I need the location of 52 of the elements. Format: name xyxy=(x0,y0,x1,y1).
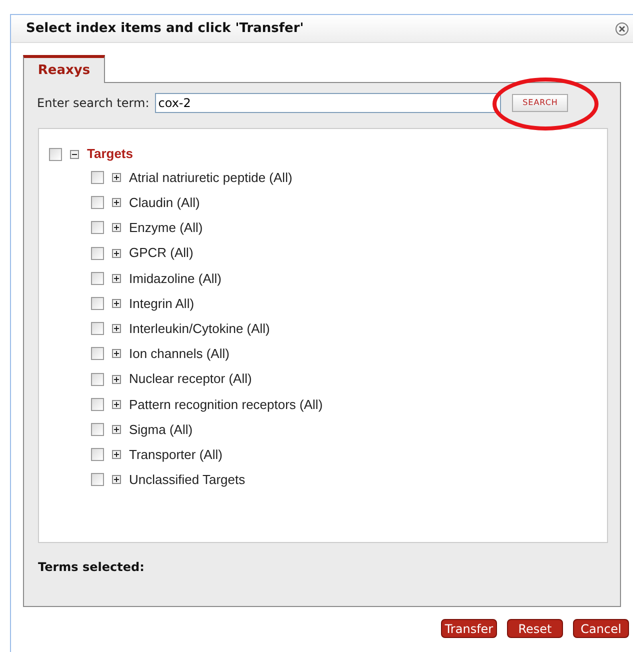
expand-icon[interactable] xyxy=(112,374,121,384)
terms-selected-label: Terms selected: xyxy=(38,559,144,576)
expand-icon[interactable] xyxy=(112,324,121,334)
expand-icon[interactable] xyxy=(112,450,121,460)
checkbox[interactable] xyxy=(91,171,104,184)
checkbox[interactable] xyxy=(91,473,104,486)
tree-item-label[interactable]: Imidazoline (All) xyxy=(129,268,222,288)
checkbox[interactable] xyxy=(91,372,104,386)
dialog-button[interactable]: Reset xyxy=(507,619,563,638)
tree-item-label[interactable]: Sigma (All) xyxy=(129,420,193,440)
expand-icon[interactable] xyxy=(112,349,121,358)
close-icon[interactable] xyxy=(615,22,629,36)
expand-icon[interactable] xyxy=(112,198,121,208)
expand-icon[interactable] xyxy=(112,274,121,283)
collapse-icon[interactable] xyxy=(70,150,79,158)
checkbox[interactable] xyxy=(91,272,104,285)
checkbox[interactable] xyxy=(91,322,104,336)
expand-icon[interactable] xyxy=(112,424,121,434)
checkbox[interactable] xyxy=(91,246,104,260)
tree-item-label[interactable]: Transporter (All) xyxy=(129,444,222,464)
search-label: Enter search term: xyxy=(37,95,150,112)
expand-icon[interactable] xyxy=(112,475,121,484)
expand-icon[interactable] xyxy=(112,248,121,258)
tree-item-label[interactable]: Ion channels (All) xyxy=(129,344,230,364)
checkbox[interactable] xyxy=(91,297,104,310)
expand-icon[interactable] xyxy=(112,223,121,232)
checkbox[interactable] xyxy=(49,148,62,160)
search-button[interactable]: SEARCH xyxy=(512,94,568,112)
tree-item-label[interactable]: Nuclear receptor (All) xyxy=(129,369,252,389)
checkbox[interactable] xyxy=(91,221,104,234)
dialog-button[interactable]: Transfer xyxy=(441,619,497,638)
tree-item-label[interactable]: Integrin All) xyxy=(129,294,194,314)
tree-item-label[interactable]: Enzyme (All) xyxy=(129,218,203,238)
expand-icon[interactable] xyxy=(112,299,121,308)
tab[interactable]: Reaxys xyxy=(23,55,105,83)
expand-icon[interactable] xyxy=(112,173,121,182)
checkbox[interactable] xyxy=(91,196,104,210)
checkbox[interactable] xyxy=(91,347,104,360)
checkbox[interactable] xyxy=(91,422,104,436)
tree-item-label[interactable]: Targets xyxy=(87,144,133,164)
dialog-button[interactable]: Cancel xyxy=(573,619,629,638)
checkbox[interactable] xyxy=(91,398,104,411)
checkbox[interactable] xyxy=(91,448,104,462)
tree-item-label[interactable]: Pattern recognition receptors (All) xyxy=(129,394,323,414)
tree-item-label[interactable]: Unclassified Targets xyxy=(129,470,246,490)
tree-item-label[interactable]: Atrial natriuretic peptide (All) xyxy=(129,168,292,188)
dialog-title: Select index items and click 'Transfer' xyxy=(26,20,304,38)
tree-item-label[interactable]: Claudin (All) xyxy=(129,193,200,213)
tree-item-label[interactable]: GPCR (All) xyxy=(129,243,194,263)
tree-item-label[interactable]: Interleukin/Cytokine (All) xyxy=(129,318,270,338)
expand-icon[interactable] xyxy=(112,400,121,409)
search-field[interactable]: cox-2 xyxy=(155,93,502,113)
